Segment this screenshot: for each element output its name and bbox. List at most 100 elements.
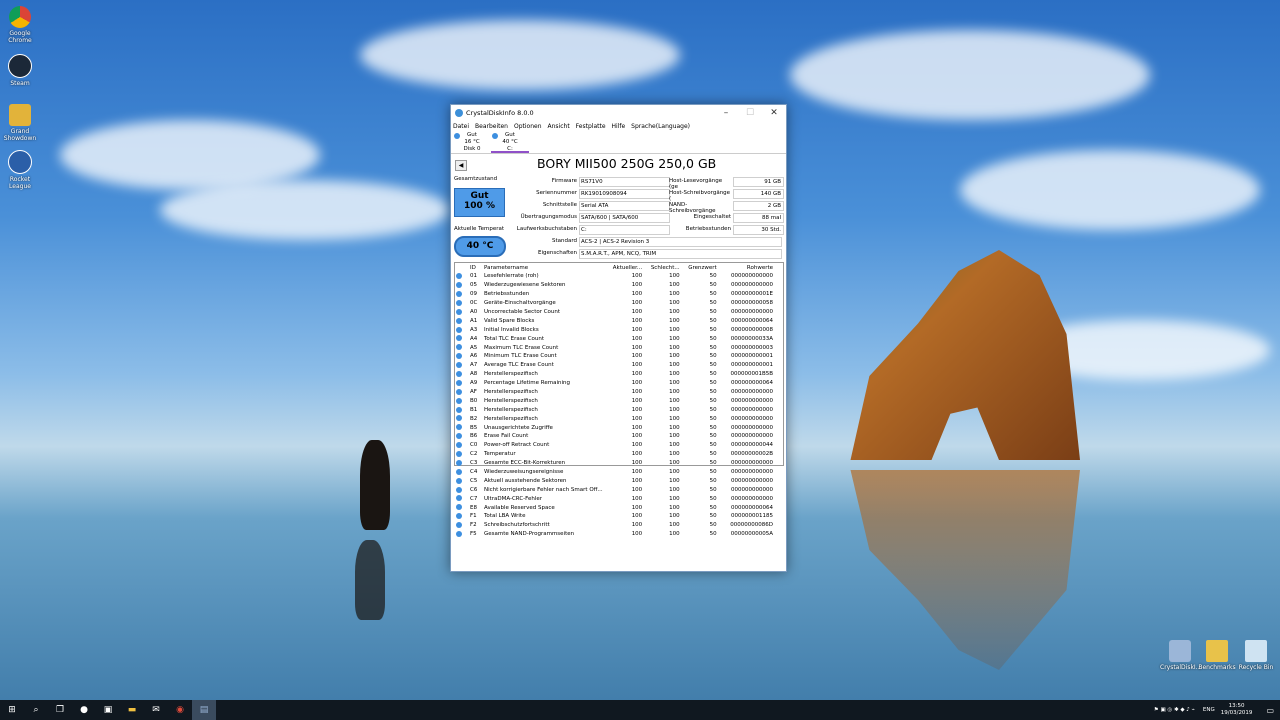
table-row[interactable]: A0 Uncorrectable Sector Count 100 100 50 0000… (455, 308, 783, 317)
sea-rock (850, 250, 1080, 460)
attr-id: C6 (470, 486, 478, 493)
column-header-current[interactable]: Aktueller... (605, 263, 643, 272)
column-header-worst[interactable]: Schlecht... (643, 263, 680, 272)
taskbar-explorer[interactable]: ▬ (120, 700, 144, 720)
table-row[interactable]: B5 Unausgerichtete Zugriffe 100 100 50 000000… (455, 423, 783, 432)
maximize-button[interactable]: ☐ (738, 108, 762, 118)
attr-current: 100 (631, 371, 643, 378)
table-row[interactable]: B2 Herstellerspezifisch 100 100 50 0000000000… (455, 414, 783, 423)
table-row[interactable]: AF Herstellerspezifisch 100 100 50 0000000000… (455, 388, 783, 397)
table-row[interactable]: 0C Geräte-Einschaltvorgänge 100 100 50 000000… (455, 299, 783, 308)
host-reads-label: Host-Lesevorgänge (ge (669, 178, 723, 190)
status-dot-icon (492, 133, 498, 139)
table-row[interactable]: A4 Total TLC Erase Count 100 100 50 000000000… (455, 334, 783, 343)
notifications-icon[interactable]: ▭ (1266, 706, 1274, 715)
column-header-id[interactable]: ID (469, 263, 483, 272)
taskbar-store[interactable]: ▣ (96, 700, 120, 720)
table-row[interactable]: B1 Herstellerspezifisch 100 100 50 0000000000… (455, 405, 783, 414)
menu-help[interactable]: Hilfe (612, 123, 626, 130)
desktop-icon-rocket-league[interactable]: Rocket League (0, 150, 40, 190)
table-row[interactable]: B6 Erase Fail Count 100 100 50 000000000000 (455, 432, 783, 441)
table-row[interactable]: C2 Temperatur 100 100 50 00000000002B (455, 450, 783, 459)
menu-disk[interactable]: Festplatte (576, 123, 606, 130)
table-row[interactable]: C3 Gesamte ECC-Bit-Korrekturen 100 100 50 000… (455, 459, 783, 468)
attr-threshold: 50 (709, 442, 717, 449)
disk-tab-0[interactable]: Gut 16 °C Disk 0 (453, 131, 491, 153)
menu-language[interactable]: Sprache(Language) (631, 123, 690, 130)
desktop-icon-recycle-bin[interactable]: Recycle Bin (1236, 640, 1276, 671)
status-dot-icon (456, 273, 462, 280)
power-on-hours-value: 30 Std. (733, 225, 784, 235)
attr-current: 100 (631, 477, 643, 484)
attr-worst: 100 (669, 486, 680, 493)
health-status-badge[interactable]: Gut 100 % (454, 188, 505, 217)
attr-threshold: 50 (709, 477, 717, 484)
table-row[interactable]: A7 Average TLC Erase Count 100 100 50 0000000… (455, 361, 783, 370)
search-button[interactable]: ⌕ (24, 700, 48, 720)
table-row[interactable]: 01 Lesefehlerrate (roh) 100 100 50 0000000000… (455, 272, 783, 281)
desktop-icon-chrome[interactable]: Google Chrome (0, 6, 40, 44)
attr-current: 100 (631, 389, 643, 396)
app-icon: ● (80, 705, 88, 715)
previous-disk-button[interactable]: ◀ (455, 160, 467, 171)
tray-icons[interactable]: ⚑ ▣ ◎ ✱ ◆ ♪ ⌁ (1154, 707, 1195, 713)
column-header-name[interactable]: Parametername (483, 263, 605, 272)
table-row[interactable]: C5 Aktuell ausstehende Sektoren 100 100 50 00… (455, 476, 783, 485)
health-status: Gut (470, 191, 489, 201)
status-dot-icon (456, 504, 462, 511)
taskbar-chrome[interactable]: ◉ (168, 700, 192, 720)
taskbar-crystaldiskinfo[interactable]: ▤ (192, 700, 216, 720)
disk-tab-c[interactable]: Gut 40 °C C: (491, 131, 529, 153)
table-row[interactable]: C0 Power-off Retract Count 100 100 50 0000000… (455, 441, 783, 450)
table-row[interactable]: A3 Initial Invalid Blocks 100 100 50 00000000… (455, 325, 783, 334)
table-row[interactable]: F5 Gesamte NAND-Programmseiten 100 100 50 000… (455, 530, 783, 539)
table-row[interactable]: C4 Wiederzuweisungsereignisse 100 100 50 0000… (455, 468, 783, 477)
desktop-icon-label: Google Chrome (8, 30, 32, 44)
attr-name: Schreibschutzfortschritt (484, 522, 550, 529)
close-button[interactable]: ✕ (762, 108, 786, 118)
attr-current: 100 (631, 513, 643, 520)
attr-name: Wiederzuweisungsereignisse (484, 469, 564, 476)
column-header-raw[interactable]: Rohwerte (718, 263, 783, 272)
attr-current: 100 (631, 397, 643, 404)
clock[interactable]: 13:50 19/03/2019 (1221, 703, 1253, 717)
table-row[interactable]: F1 Total LBA Write 100 100 50 000000001185 (455, 512, 783, 521)
table-row[interactable]: 05 Wiederzugewiesene Sektoren 100 100 50 0000… (455, 281, 783, 290)
search-icon: ⌕ (33, 705, 39, 715)
desktop-icon-crystaldiskinfo[interactable]: CrystalDiskI... (1160, 640, 1201, 671)
language-indicator[interactable]: ENG (1203, 707, 1215, 713)
desktop-icon-steam[interactable]: Steam (0, 54, 40, 87)
task-view-button[interactable]: ❐ (48, 700, 72, 720)
table-row[interactable]: C6 Nicht korrigierbare Fehler nach Smart … (455, 485, 783, 494)
menu-options[interactable]: Optionen (514, 123, 542, 130)
smart-attributes-table[interactable]: ID Parametername Aktueller... Schlecht..… (454, 262, 784, 537)
menu-edit[interactable]: Bearbeiten (475, 123, 508, 130)
taskbar-app-1[interactable]: ● (72, 700, 96, 720)
table-row[interactable]: A5 Maximum TLC Erase Count 100 100 50 0000000… (455, 343, 783, 352)
column-header-threshold[interactable]: Grenzwert (681, 263, 718, 272)
start-button[interactable]: ⊞ (0, 700, 24, 720)
table-row[interactable]: A8 Herstellerspezifisch 100 100 50 000000001B… (455, 370, 783, 379)
table-row[interactable]: B0 Herstellerspezifisch 100 100 50 0000000000… (455, 396, 783, 405)
table-row[interactable]: C7 UltraDMA-CRC-Fehler 100 100 50 00000000000… (455, 494, 783, 503)
menu-file[interactable]: Datei (453, 123, 469, 130)
menu-view[interactable]: Ansicht (548, 123, 570, 130)
attr-worst: 100 (669, 380, 680, 387)
attr-threshold: 50 (709, 460, 717, 467)
table-row[interactable]: A6 Minimum TLC Erase Count 100 100 50 0000000… (455, 352, 783, 361)
table-row[interactable]: 09 Betriebsstunden 100 100 50 00000000001E (455, 290, 783, 299)
attr-id: AF (470, 389, 477, 396)
taskbar-mail[interactable]: ✉ (144, 700, 168, 720)
desktop-icon-game[interactable]: Grand Showdown (0, 104, 40, 142)
attr-id: 05 (470, 282, 477, 289)
attr-name: Betriebsstunden (484, 291, 530, 298)
temperature-badge[interactable]: 40 °C (454, 236, 506, 257)
status-dot-icon (456, 459, 462, 466)
table-row[interactable]: F2 Schreibschutzfortschritt 100 100 50 000000… (455, 521, 783, 530)
table-row[interactable]: E8 Available Reserved Space 100 100 50 000000… (455, 503, 783, 512)
desktop-icon-benchmarks[interactable]: Benchmarks (1197, 640, 1237, 671)
title-bar[interactable]: CrystalDiskInfo 8.0.0 – ☐ ✕ (451, 105, 786, 121)
table-row[interactable]: A9 Percentage Lifetime Remaining 100 100 50 0… (455, 379, 783, 388)
table-row[interactable]: A1 Valid Spare Blocks 100 100 50 000000000064 (455, 316, 783, 325)
minimize-button[interactable]: – (714, 108, 738, 118)
